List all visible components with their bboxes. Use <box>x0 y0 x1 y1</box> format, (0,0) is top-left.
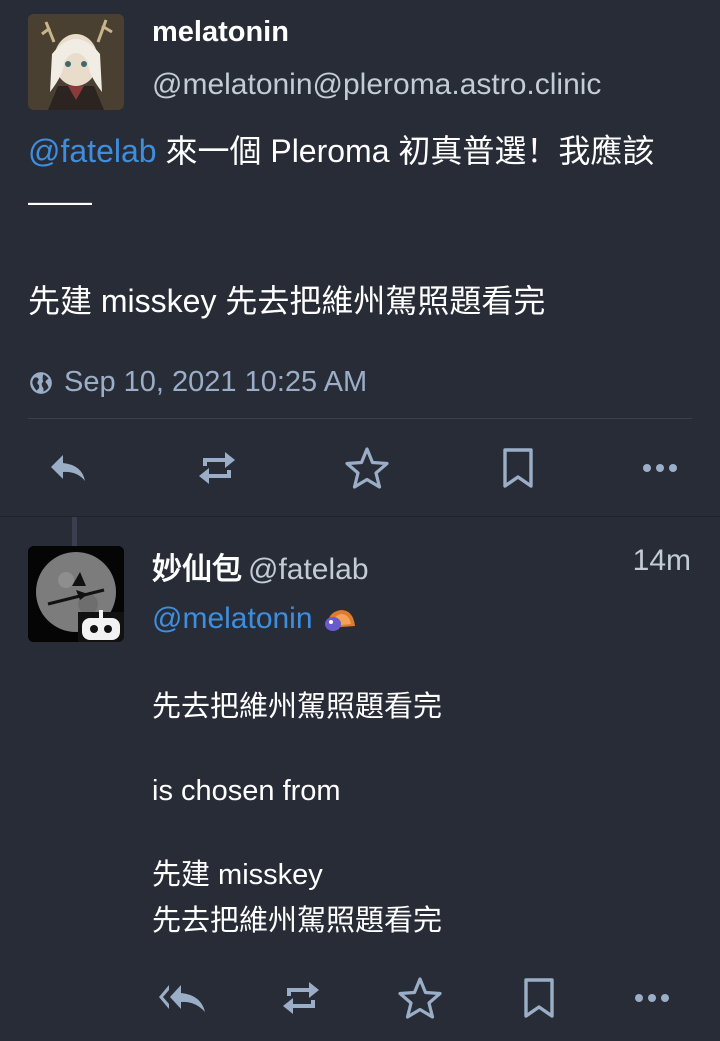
reply-button[interactable] <box>38 438 98 498</box>
reply-account-handle[interactable]: @fatelab <box>248 553 369 586</box>
status-action-bar <box>0 436 720 500</box>
reply-line: 先去把維州駕照題看完 <box>152 905 443 937</box>
avatar-image <box>28 546 124 642</box>
bookmark-icon <box>524 978 554 1018</box>
more-icon <box>643 464 677 472</box>
boost-icon <box>283 982 319 1014</box>
status-separator <box>0 516 720 517</box>
favourite-icon <box>345 447 389 489</box>
reply-icon <box>51 455 85 481</box>
favourite-button[interactable] <box>390 968 450 1028</box>
reply-relative-time[interactable]: 14m <box>633 544 691 578</box>
reply-action-bar <box>0 964 720 1034</box>
reply-author[interactable]: 妙仙包 @fatelab <box>152 544 369 588</box>
reply-avatar[interactable] <box>28 546 124 642</box>
bookmark-icon <box>503 448 533 488</box>
status-meta[interactable]: Sep 10, 2021 10:25 AM <box>28 366 367 399</box>
globe-icon <box>30 371 52 394</box>
favourite-button[interactable] <box>337 438 397 498</box>
mention-link[interactable]: @melatonin <box>152 602 313 636</box>
reply-content: 先去把維州駕照題看完 is chosen from 先建 misskey 先去把維… <box>152 684 442 944</box>
more-button[interactable] <box>622 968 682 1028</box>
boost-button[interactable] <box>187 438 247 498</box>
reply-display-name[interactable]: 妙仙包 <box>152 553 242 586</box>
thread-line <box>72 517 77 547</box>
reply-all-icon <box>159 985 205 1012</box>
custom-emoji-icon <box>324 610 355 631</box>
mention-link[interactable]: @fatelab <box>28 133 157 169</box>
divider <box>28 418 692 419</box>
reply-paragraph: 先去把維州駕照題看完 <box>152 691 443 723</box>
reply-all-button[interactable] <box>152 968 212 1028</box>
display-name[interactable]: melatonin <box>152 16 289 49</box>
bookmark-button[interactable] <box>488 438 548 498</box>
status-paragraph: 先建 misskey 先去把維州駕照題看完 <box>28 283 546 319</box>
boost-button[interactable] <box>271 968 331 1028</box>
status-paragraph: @fatelab 來一個 Pleroma 初真普選！我應該—— <box>28 126 698 226</box>
boost-icon <box>199 452 235 484</box>
status-content: @fatelab 來一個 Pleroma 初真普選！我應該—— 先建 missk… <box>28 126 698 326</box>
more-button[interactable] <box>630 438 690 498</box>
reply-paragraph: is chosen from <box>152 775 341 807</box>
reply-line: 先建 misskey <box>152 859 323 891</box>
bookmark-button[interactable] <box>509 968 569 1028</box>
status-timestamp[interactable]: Sep 10, 2021 10:25 AM <box>64 366 367 399</box>
reply-mention-line: @melatonin <box>152 602 357 636</box>
favourite-icon <box>398 977 442 1019</box>
more-icon <box>635 994 669 1002</box>
avatar-image <box>28 14 124 110</box>
reply-paragraph: 先建 misskey 先去把維州駕照題看完 <box>152 852 442 944</box>
account-handle[interactable]: @melatonin@pleroma.astro.clinic <box>152 68 601 102</box>
avatar[interactable] <box>28 14 124 110</box>
